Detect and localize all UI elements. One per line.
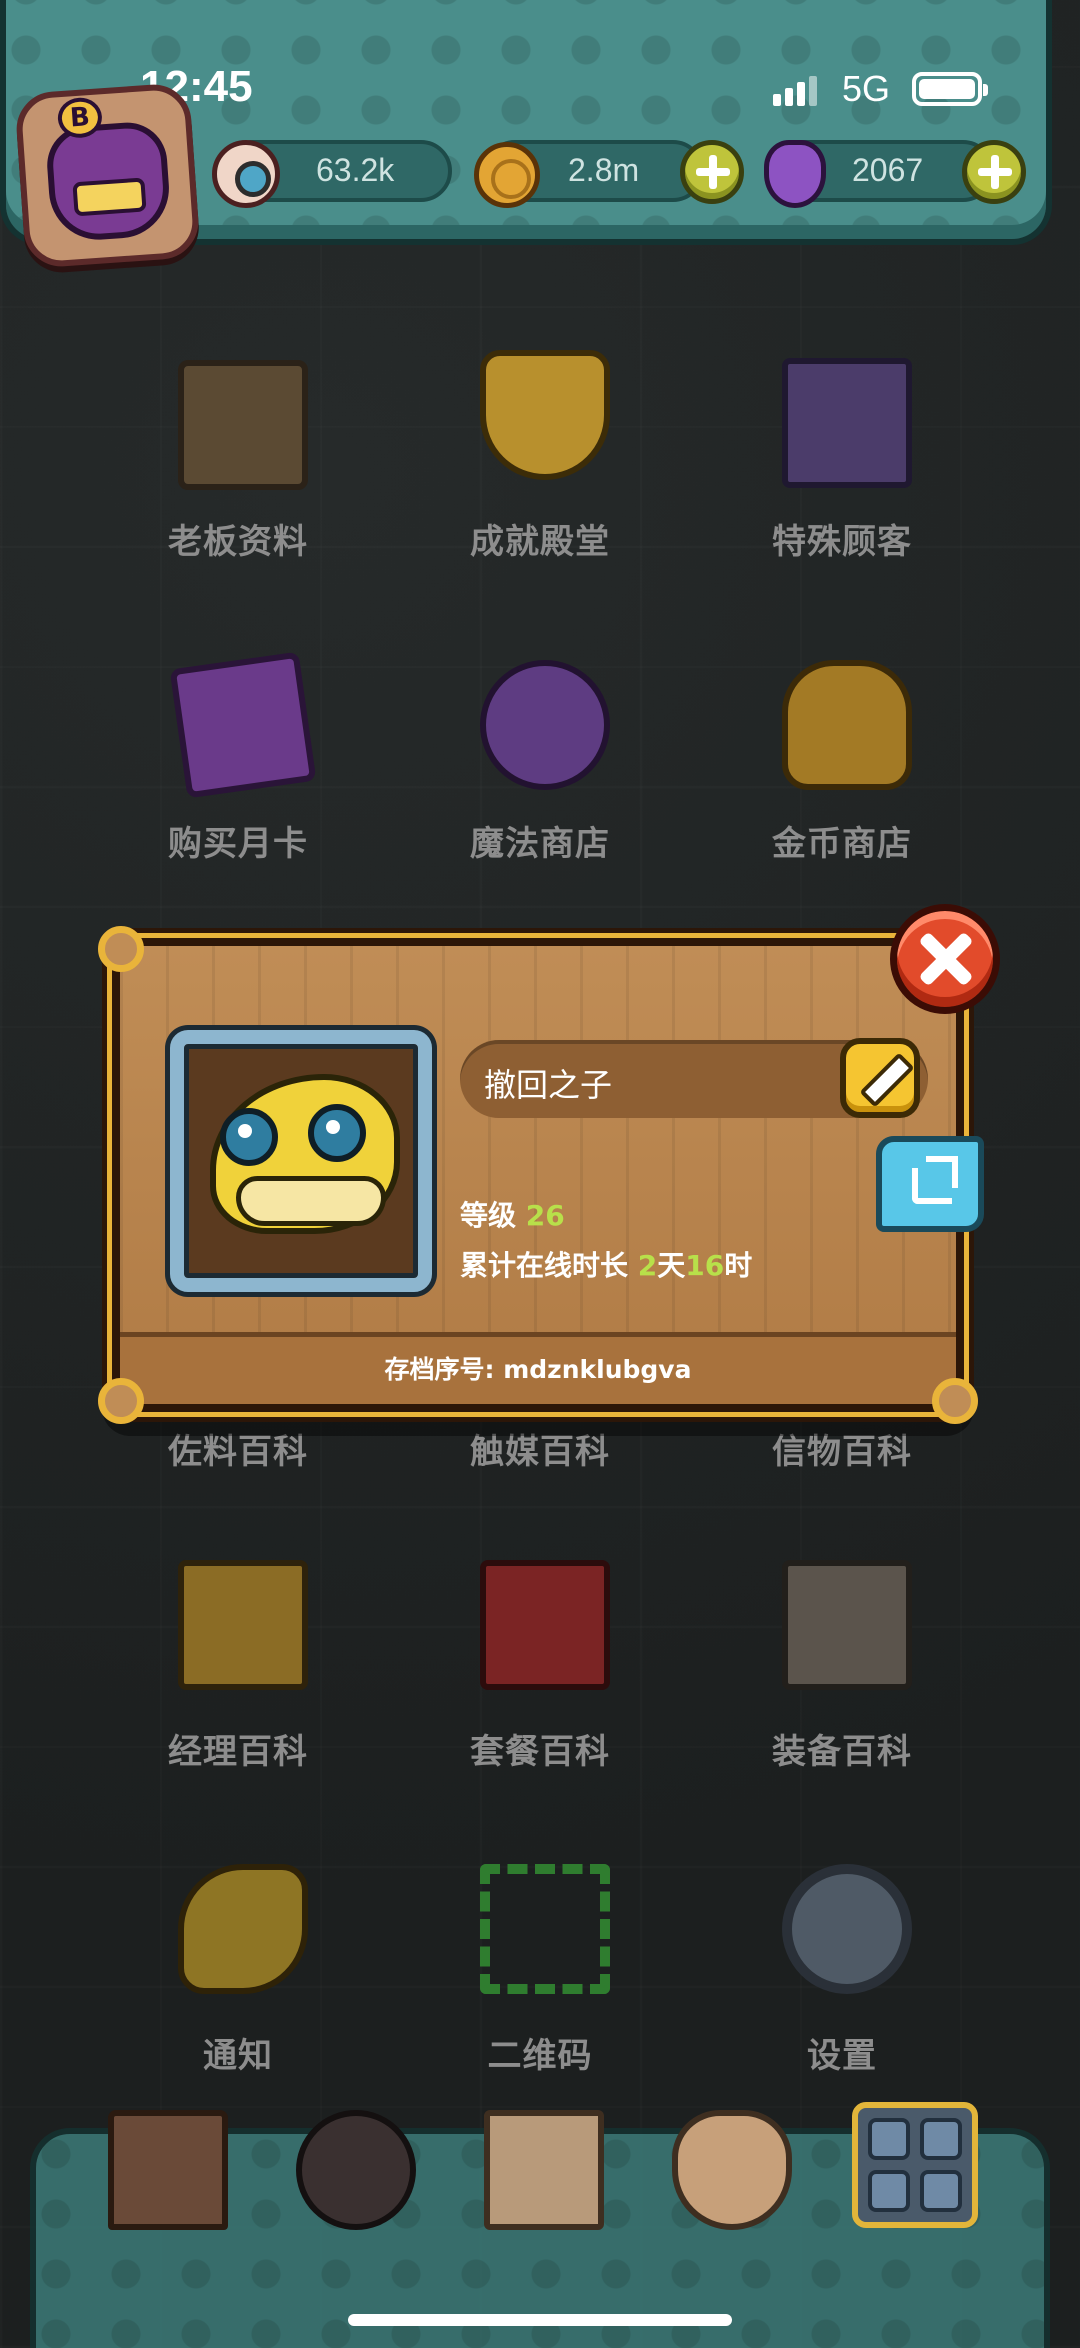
share-button[interactable] <box>876 1136 984 1232</box>
cellular-signal-icon <box>773 74 827 106</box>
nav-recipe-book-icon[interactable] <box>484 2110 604 2230</box>
menu-special-customers[interactable]: 特殊顾客 <box>722 358 962 598</box>
manager-book-icon <box>178 1560 308 1690</box>
corner-ornament <box>98 926 144 972</box>
menu-manager-encyclopedia[interactable]: 经理百科 <box>118 1560 358 1800</box>
nav-money-bag-icon[interactable] <box>672 2110 792 2230</box>
online-days-unit: 天 <box>657 1249 686 1282</box>
menu-label: 佐料百科 <box>168 1432 308 1472</box>
player-name: 撤回之子 <box>484 1066 613 1104</box>
online-days-value: 2 <box>637 1249 658 1282</box>
profile-dialog: 撤回之子 等级 26 累计在线时长 2天16时 存档序号: mdznklubgv… <box>98 926 978 1424</box>
menu-boss-profile[interactable]: 老板资料 <box>118 360 358 600</box>
edit-name-button[interactable] <box>840 1038 920 1118</box>
menu-label: 经理百科 <box>168 1732 308 1772</box>
menu-notifications[interactable]: 通知 <box>118 1864 358 2104</box>
gear-icon <box>782 1864 912 1994</box>
menu-label: 成就殿堂 <box>470 522 610 562</box>
avatar-eye <box>308 1104 366 1162</box>
nav-restaurant-icon[interactable] <box>108 2110 228 2230</box>
menu-monthly-card[interactable]: 购买月卡 <box>118 651 358 900</box>
menu-label: 套餐百科 <box>470 1732 610 1772</box>
menu-label: 魔法商店 <box>470 824 610 864</box>
close-dialog-button[interactable] <box>890 904 1000 1014</box>
menu-label: 金币商店 <box>772 824 912 864</box>
menu-label: 二维码 <box>487 2036 593 2076</box>
add-gold-button[interactable] <box>680 140 744 204</box>
monthly-card-icon <box>169 651 317 799</box>
level-label: 等级 <box>460 1199 517 1232</box>
nav-menu-grid-icon[interactable] <box>852 2102 978 2228</box>
menu-gold-shop[interactable]: 金币商店 <box>722 660 962 900</box>
player-avatar-frame[interactable] <box>170 1030 432 1292</box>
eyeball-currency-value: 63.2k <box>316 152 395 188</box>
menu-magic-shop[interactable]: 魔法商店 <box>420 660 660 900</box>
online-hours-value: 16 <box>685 1249 725 1282</box>
online-time-label: 累计在线时长 <box>460 1249 629 1282</box>
qr-code-icon <box>480 1864 610 1994</box>
coin-stacks-icon <box>782 660 912 790</box>
trophy-icon <box>480 350 610 480</box>
gold-coin-icon <box>474 142 540 208</box>
magic-flasks-icon <box>480 660 610 790</box>
menu-label: 通知 <box>203 2036 273 2076</box>
menu-label: 特殊顾客 <box>772 522 912 562</box>
save-id: 存档序号: mdznklubgva <box>384 1355 692 1384</box>
network-label: 5G <box>842 68 891 109</box>
menu-label: 触媒百科 <box>470 1432 610 1472</box>
online-hours-unit: 时 <box>724 1249 753 1282</box>
frog-avatar-icon <box>210 1074 400 1234</box>
menu-achievements[interactable]: 成就殿堂 <box>420 350 660 590</box>
combo-book-icon <box>480 1560 610 1690</box>
menu-label: 信物百科 <box>772 1432 912 1472</box>
potion-icon <box>764 140 826 208</box>
player-level: 等级 26 <box>460 1194 565 1234</box>
menu-label: 老板资料 <box>168 522 308 562</box>
menu-label: 设置 <box>807 2036 877 2076</box>
menu-qr-code[interactable]: 二维码 <box>420 1864 660 2104</box>
level-value: 26 <box>525 1199 565 1232</box>
battery-icon <box>912 72 988 106</box>
nav-monster-icon[interactable] <box>296 2110 416 2230</box>
menu-combo-encyclopedia[interactable]: 套餐百科 <box>420 1560 660 1800</box>
menu-label: 装备百科 <box>772 1732 912 1772</box>
id-card-icon <box>178 360 308 490</box>
avatar-mouth <box>236 1176 386 1226</box>
megaphone-icon <box>178 1864 308 1994</box>
add-potion-button[interactable] <box>962 140 1026 204</box>
avatar-eye <box>220 1108 278 1166</box>
eyeball-icon <box>212 140 280 208</box>
boss-monster-icon <box>44 119 173 243</box>
menu-equipment-encyclopedia[interactable]: 装备百科 <box>722 1560 962 1800</box>
menu-settings[interactable]: 设置 <box>722 1864 962 2104</box>
home-indicator[interactable] <box>348 2314 732 2326</box>
online-time: 累计在线时长 2天16时 <box>460 1244 752 1284</box>
menu-label: 购买月卡 <box>168 824 308 864</box>
boss-teeth <box>72 177 147 217</box>
potion-currency-value: 2067 <box>852 152 924 188</box>
equipment-book-icon <box>782 1560 912 1690</box>
gold-currency-value: 2.8m <box>568 152 640 188</box>
customer-portrait-icon <box>782 358 912 488</box>
boss-avatar-button[interactable]: B <box>14 82 201 269</box>
